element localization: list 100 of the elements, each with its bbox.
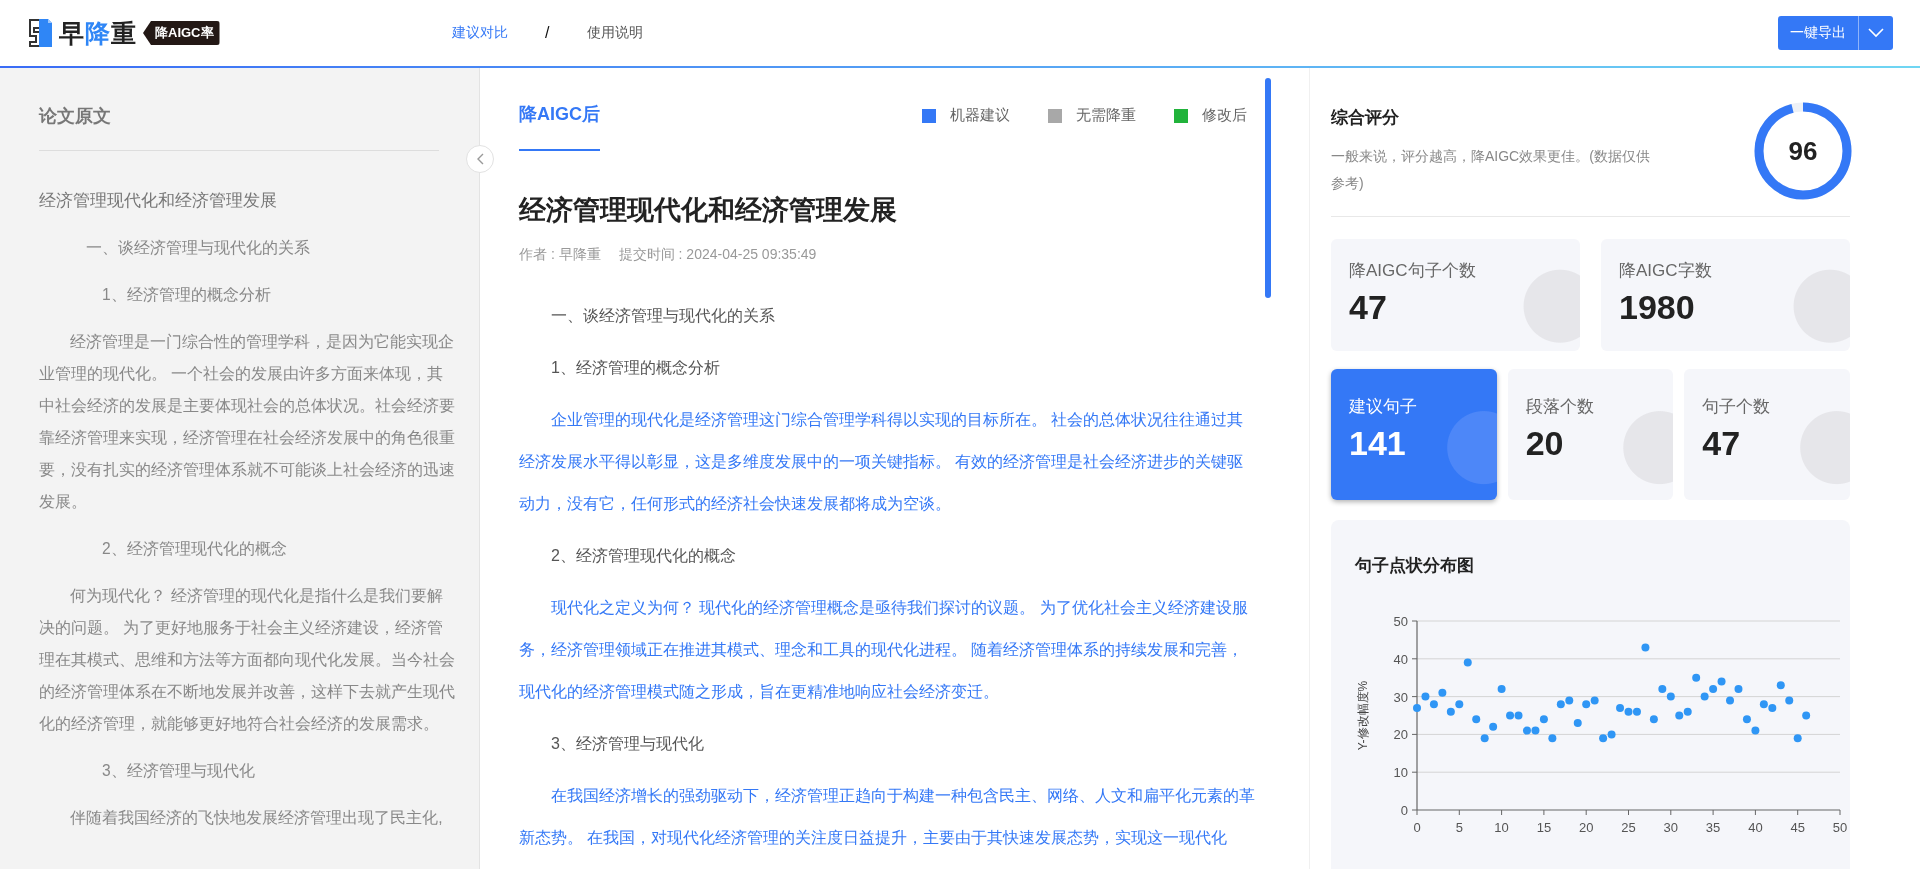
data-point (1675, 711, 1684, 720)
stat-label: 建议句子 (1349, 396, 1418, 418)
data-point (1802, 711, 1811, 720)
data-point (1607, 730, 1616, 739)
data-point (1531, 726, 1540, 735)
nav-separator: / (545, 24, 550, 42)
chevron-down-icon (1868, 28, 1884, 38)
data-point (1717, 677, 1726, 686)
data-point (1768, 703, 1777, 712)
subsection-heading: 2、经济管理现代化的概念 (101, 539, 288, 559)
chart-title: 句子点状分布图 (1355, 555, 1475, 577)
legend-label: 无需降重 (1076, 106, 1136, 125)
data-point (1793, 734, 1802, 743)
stat-label: 段落个数 (1525, 396, 1595, 418)
legend-label: 修改后 (1202, 106, 1247, 125)
paragraph: 伴随着我国经济的飞快地发展经济管理出现了民主化, (69, 808, 444, 828)
tick-label: 50 (1832, 820, 1848, 835)
tick-label: 40 (1393, 651, 1408, 667)
paragraph: 何为现代化？ 经济管理的现代化是指什么是我们要解决的问题。 为了更好地服务于社会主义经济建设，经济管理在其模式、思维和方法等方面都向现代化发展。当今社会的经济管理体系在不断地发展并改善，这样下去就产生现代化的经济管理，就能够更好地符合社会经济的发展需求。 (39, 586, 456, 734)
stat-label: 降AIGC字数 (1619, 260, 1713, 282)
submit-time: 提交时间 : 2024-04-25 09:35:49 (618, 246, 817, 264)
data-point (1624, 707, 1633, 716)
tick-label: 25 (1621, 820, 1636, 835)
dropdown-button[interactable] (1858, 16, 1893, 50)
stat-value: 20 (1525, 424, 1565, 463)
data-point (1489, 722, 1498, 731)
data-point (1683, 707, 1692, 716)
data-point (1599, 734, 1608, 743)
data-point (1776, 681, 1785, 690)
data-point (1565, 696, 1574, 705)
tick-label: 5 (1455, 820, 1463, 835)
subsection-heading: 1、经济管理的概念分析 (101, 285, 272, 305)
data-point (1726, 696, 1734, 705)
data-point (1438, 688, 1447, 697)
section-heading: 3、经济管理与现代化 (550, 734, 705, 754)
paragraph: 经济管理是一门综合性的管理学科，是因为它能实现企业管理的现代化。 一个社会的发展由许多方面来体现，其中社会经济的发展是主要体现社会的总体状况。社会经济要靠经济管理来实现，经济管理在社会经济发展中的角色很重要，没有扎实的经济管理体系就不可能谈上社会经济的迅速发展。 (39, 332, 456, 512)
section-heading: 2、经济管理现代化的概念 (550, 546, 737, 566)
data-point (1514, 711, 1523, 720)
stat-card[interactable]: 段落个数 20 (1507, 369, 1674, 500)
paragraph: 现代化之定义为何？ 现代化的经济管理概念是亟待我们探讨的议题。 为了优化社会主义经济建设服务，经济管理领域正在推进其模式、理念和工具的现代化进程。 随着经济管理体系的持续发展和完善，现代化的经济管理模式随之形成，旨在更精准地响应社会经济变迁。 (519, 598, 1249, 702)
stat-card[interactable]: 建议句子 141 (1331, 369, 1497, 500)
data-point (1666, 692, 1675, 701)
paragraph: 企业管理的现代化是经济管理这门综合管理学科得以实现的目标所在。 社会的总体状况往往通过其经济发展水平得以彰显，这是多维度发展中的一项关键指标。 有效的经济管理是社会经济进步的关键驱动力，没有它，任何形式的经济社会快速发展都将成为空谈。 (519, 410, 1245, 514)
score-value: 96 (1787, 134, 1819, 168)
document-title: 经济管理现代化和经济管理发展 (39, 190, 278, 212)
stat-value: 47 (1349, 288, 1388, 327)
subsection-heading: 3、经济管理与现代化 (101, 761, 256, 781)
data-point (1785, 696, 1794, 705)
data-point (1506, 711, 1515, 720)
stat-label: 降AIGC句子个数 (1349, 260, 1477, 282)
scrollbar[interactable] (1265, 78, 1271, 298)
document-title: 经济管理现代化和经济管理发展 (519, 194, 898, 227)
data-point (1573, 719, 1582, 728)
section-heading: 一、谈经济管理与现代化的关系 (550, 306, 776, 326)
data-point (1429, 700, 1438, 709)
stat-label: 句子个数 (1702, 396, 1772, 418)
tick-label: 40 (1748, 820, 1763, 835)
tick-label: 0 (1413, 820, 1421, 835)
data-point (1480, 734, 1489, 743)
panel-tab[interactable]: 降AIGC后 (519, 94, 600, 151)
stat-card[interactable]: 降AIGC字数 1980 (1601, 239, 1850, 351)
data-point (1641, 643, 1650, 652)
stat-value: 141 (1349, 424, 1407, 463)
stat-value: 1980 (1619, 288, 1696, 327)
data-point (1709, 685, 1718, 694)
data-point (1582, 700, 1591, 709)
score-description: 一般来说，评分越高，降AIGC效果更佳。(数据仅供参考) (1331, 146, 1651, 193)
data-point (1548, 734, 1557, 743)
data-point (1700, 692, 1709, 701)
data-point (1590, 696, 1599, 705)
nav-link[interactable]: 建议对比 (452, 24, 508, 42)
legend-label: 机器建议 (950, 106, 1010, 125)
data-point (1616, 703, 1625, 712)
export-button[interactable]: 一键导出 (1778, 16, 1858, 50)
data-point (1556, 700, 1565, 709)
data-point (1734, 685, 1743, 694)
stat-value: 47 (1702, 424, 1742, 463)
tick-label: 35 (1705, 820, 1721, 835)
axis-label: Y-修改幅度% (1356, 680, 1370, 751)
logo-text: 早降重 (59, 17, 137, 49)
data-point (1539, 715, 1548, 724)
tick-label: 30 (1663, 820, 1679, 835)
tick-label: 20 (1578, 820, 1594, 835)
data-point (1446, 707, 1455, 716)
paragraph: 在我国经济增长的强劲驱动下，经济管理正趋向于构建一种包含民主、网络、人文和扁平化元素的革新态势。 在我国，对现代化经济管理的关注度日益提升，主要由于其快速发展态势，实现这一现代化 (519, 786, 1256, 848)
data-point (1759, 700, 1768, 709)
brand-tag: 降AIGC率 (143, 21, 220, 45)
stat-card[interactable]: 降AIGC句子个数 47 (1331, 239, 1580, 351)
data-point (1692, 673, 1701, 682)
tick-label: 50 (1393, 614, 1408, 629)
data-point (1658, 685, 1667, 694)
data-point (1497, 685, 1506, 694)
tick-label: 10 (1494, 820, 1509, 835)
nav-link[interactable]: 使用说明 (587, 24, 644, 42)
data-point (1742, 715, 1751, 724)
tick-label: 10 (1393, 765, 1408, 781)
stat-card[interactable]: 句子个数 47 (1684, 369, 1850, 500)
panel-title: 论文原文 (39, 68, 439, 151)
data-point (1421, 692, 1430, 701)
section-heading: 一、谈经济管理与现代化的关系 (85, 238, 311, 258)
